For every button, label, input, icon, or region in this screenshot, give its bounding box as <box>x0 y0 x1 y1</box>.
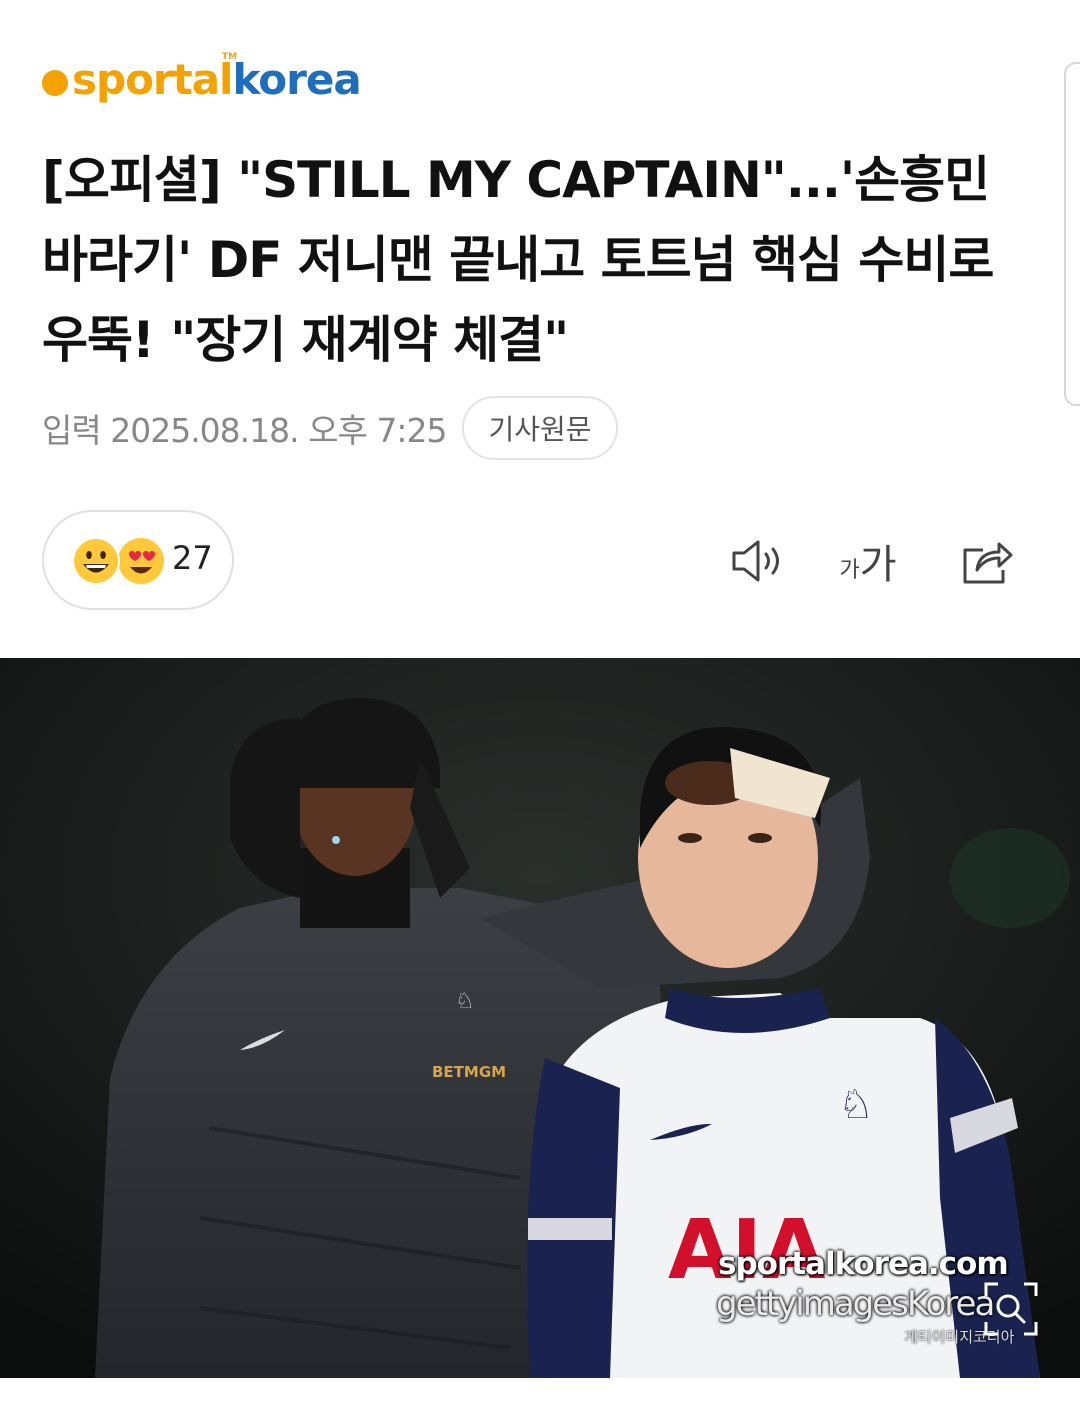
logo-korea-text: korea <box>232 55 361 104</box>
sportalkorea-watermark: sportalkorea.com <box>718 1246 1009 1282</box>
side-panel-handle[interactable] <box>1064 62 1080 406</box>
logo-trademark: TM <box>222 52 238 62</box>
zoom-magnifier-icon <box>984 1282 1038 1336</box>
font-size-button[interactable]: 가가 <box>838 532 898 590</box>
speaker-icon <box>732 540 779 582</box>
reaction-button[interactable]: 27 <box>42 510 234 610</box>
share-icon <box>963 542 1013 584</box>
grinning-emoji-icon <box>72 537 120 585</box>
logo-dot-icon <box>42 70 68 96</box>
font-large-label: 가 <box>859 542 897 588</box>
gettyimages-watermark: gettyimagesKorea <box>716 1284 995 1324</box>
heart-eyes-emoji-icon <box>118 538 164 584</box>
logo-sport-text: sport <box>72 55 193 104</box>
audio-button[interactable] <box>728 532 788 590</box>
sportalkorea-logo[interactable]: sport al korea TM <box>42 52 362 104</box>
article-headline: [오피셜] "STILL MY CAPTAIN"...'손흥민 바라기' DF … <box>42 151 994 369</box>
reaction-count: 27 <box>172 539 213 577</box>
article-meta: 입력 2025.08.18. 오후 7:25 기사원문 <box>42 396 618 460</box>
font-small-label: 가 <box>839 558 860 583</box>
logo-al-text: al <box>191 55 234 104</box>
share-button[interactable] <box>957 532 1017 590</box>
svg-text:♘: ♘ <box>455 989 475 1014</box>
svg-text:♘: ♘ <box>838 1082 874 1128</box>
jacket-sponsor-text: BETMGM <box>432 1063 506 1081</box>
zoom-button[interactable] <box>982 1280 1040 1338</box>
original-article-button[interactable]: 기사원문 <box>462 396 618 460</box>
publish-date: 입력 2025.08.18. 오후 7:25 <box>42 411 447 450</box>
